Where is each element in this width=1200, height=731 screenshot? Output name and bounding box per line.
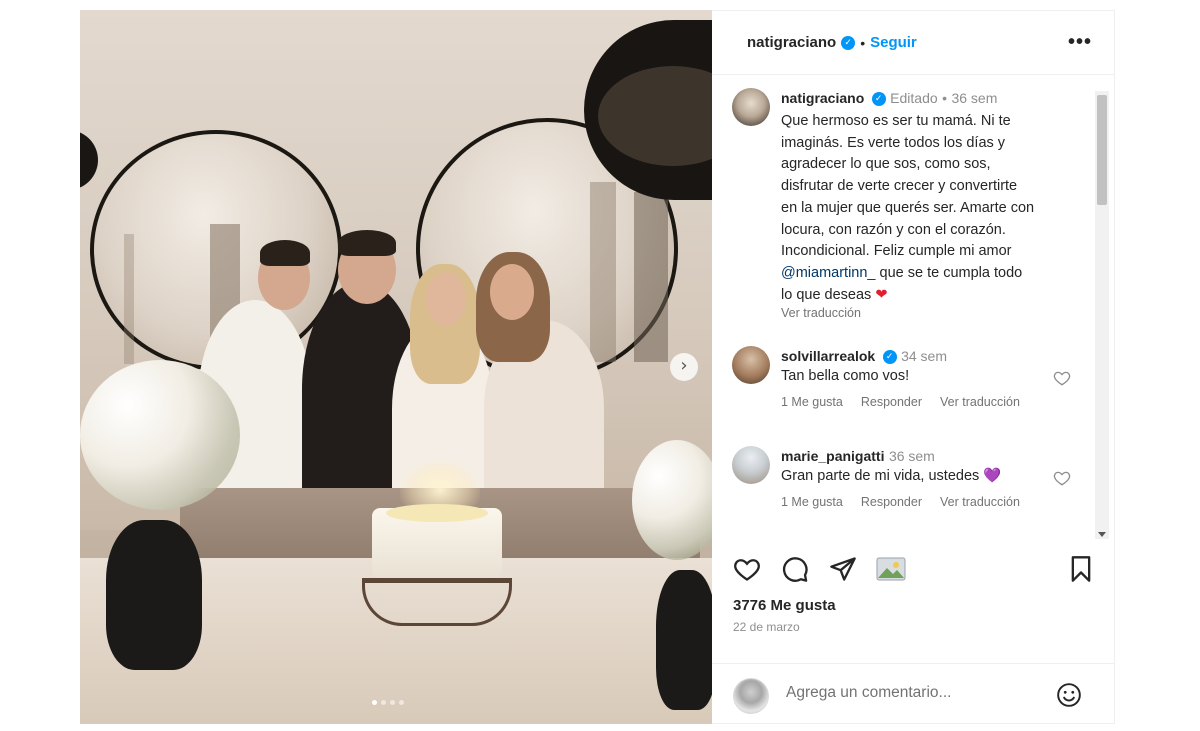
more-options-icon[interactable]: •••: [1068, 31, 1092, 54]
share-paper-plane-icon[interactable]: [829, 555, 857, 583]
scroll-down-arrow-icon[interactable]: [1098, 532, 1106, 537]
comment-item: marie_panigatti 36 sem Gran parte de mi …: [781, 448, 1081, 509]
comments-scrollbar[interactable]: [1095, 91, 1109, 539]
photo-vase-right: [656, 570, 712, 710]
post-date[interactable]: 22 de marzo: [733, 620, 800, 634]
verified-badge-icon: ✓: [841, 35, 856, 50]
caption-line: disfrutar de verte crecer y convertirte: [781, 178, 1018, 195]
carousel-dot: [381, 700, 386, 705]
comment-text-body: Gran parte de mi vida, ustedes: [781, 468, 980, 484]
comment-time[interactable]: 34 sem: [901, 348, 947, 364]
carousel-next-button[interactable]: ›: [670, 353, 698, 381]
caption-line: en la mujer que querés ser. Amarte con: [781, 199, 1035, 216]
red-heart-emoji: ❤: [875, 286, 888, 303]
comment-username[interactable]: marie_panigatti: [781, 448, 884, 464]
scrollbar-thumb[interactable]: [1097, 95, 1107, 205]
comment-likes-count[interactable]: 1 Me gusta: [781, 495, 843, 509]
comment-actions: 1 Me gusta Responder Ver traducción: [781, 395, 1081, 409]
add-comment-input[interactable]: [786, 680, 1036, 706]
caption-text: Que hermoso es ser tu mamá. Ni te imagin…: [781, 111, 1091, 306]
post-likes-count[interactable]: 3776 Me gusta: [733, 597, 836, 614]
comment-translate-link[interactable]: Ver traducción: [940, 395, 1020, 409]
photo-flowers-right: [632, 440, 712, 560]
add-comment-bar: [712, 663, 1114, 725]
photo-cake-stand: [362, 578, 512, 626]
caption-line: Incondicional. Feliz cumple mi amor: [781, 243, 1012, 260]
comment-bubble-icon[interactable]: [781, 555, 809, 583]
caption-block: natigraciano ✓ Editado • 36 sem Que herm…: [781, 90, 1091, 320]
photo-flowers-left: [80, 360, 240, 510]
comment-like-heart-icon[interactable]: [1053, 469, 1071, 487]
post-side-panel: natigraciano ✓ • Seguir ••• natigraciano…: [712, 10, 1115, 724]
comment-time[interactable]: 36 sem: [889, 448, 935, 464]
header-separator: •: [860, 34, 866, 51]
comment-text: Gran parte de mi vida, ustedes 💜: [781, 466, 1081, 488]
comment-likes-count[interactable]: 1 Me gusta: [781, 395, 843, 409]
comment-reply-button[interactable]: Responder: [861, 395, 922, 409]
carousel-dot: [390, 700, 395, 705]
post-header: natigraciano ✓ • Seguir •••: [712, 11, 1114, 75]
caption-mention-link[interactable]: @miamartinn_: [781, 265, 876, 281]
like-heart-icon[interactable]: [733, 555, 761, 583]
photo-person-woman-head: [490, 264, 534, 320]
save-bookmark-icon[interactable]: [1067, 555, 1095, 583]
image-placeholder-icon: [876, 557, 906, 581]
comment-text: Tan bella como vos!: [781, 368, 910, 384]
follow-button[interactable]: Seguir: [870, 34, 917, 51]
current-user-avatar: [733, 678, 769, 714]
carousel-dot-active: [372, 700, 377, 705]
emoji-picker-icon[interactable]: [1056, 682, 1082, 708]
caption-line: locura, con razón y con el corazón.: [781, 221, 1006, 238]
verified-badge-icon: ✓: [882, 349, 897, 364]
comment-avatar[interactable]: [732, 446, 770, 484]
photo-vase-left: [106, 520, 202, 670]
caption-line: lo que deseas: [781, 286, 872, 303]
carousel-dot: [399, 700, 404, 705]
caption-username[interactable]: natigraciano: [781, 90, 864, 106]
comment-actions: 1 Me gusta Responder Ver traducción: [781, 495, 1081, 509]
photo-person-girl-head: [426, 272, 466, 326]
caption-line: que se te cumpla todo: [875, 264, 1023, 281]
purple-heart-emoji: 💜: [983, 468, 1002, 484]
caption-avatar[interactable]: [732, 88, 770, 126]
carousel-dots: [372, 700, 404, 705]
post-photo[interactable]: ›: [80, 10, 712, 724]
header-username[interactable]: natigraciano: [747, 34, 836, 51]
comments-list[interactable]: natigraciano ✓ Editado • 36 sem Que herm…: [712, 76, 1092, 534]
verified-badge-icon: ✓: [871, 91, 886, 106]
caption-see-translation-link[interactable]: Ver traducción: [781, 306, 1091, 320]
post-action-bar: [712, 551, 1114, 591]
comment-avatar[interactable]: [732, 346, 770, 384]
comment-translate-link[interactable]: Ver traducción: [940, 495, 1020, 509]
caption-line: agradecer lo que sos, como sos,: [781, 156, 991, 173]
comment-reply-button[interactable]: Responder: [861, 495, 922, 509]
caption-separator: •: [942, 90, 947, 106]
caption-line: imaginás. Es verte todos los días y: [781, 134, 1006, 151]
comment-item: solvillarrealok ✓ 34 sem Tan bella como …: [781, 348, 1081, 409]
comment-like-heart-icon[interactable]: [1053, 369, 1071, 387]
caption-line: Que hermoso es ser tu mamá. Ni te: [781, 113, 1011, 129]
caption-time[interactable]: 36 sem: [951, 90, 997, 106]
comment-username[interactable]: solvillarrealok: [781, 348, 875, 364]
caption-edited-label: Editado: [890, 90, 938, 106]
